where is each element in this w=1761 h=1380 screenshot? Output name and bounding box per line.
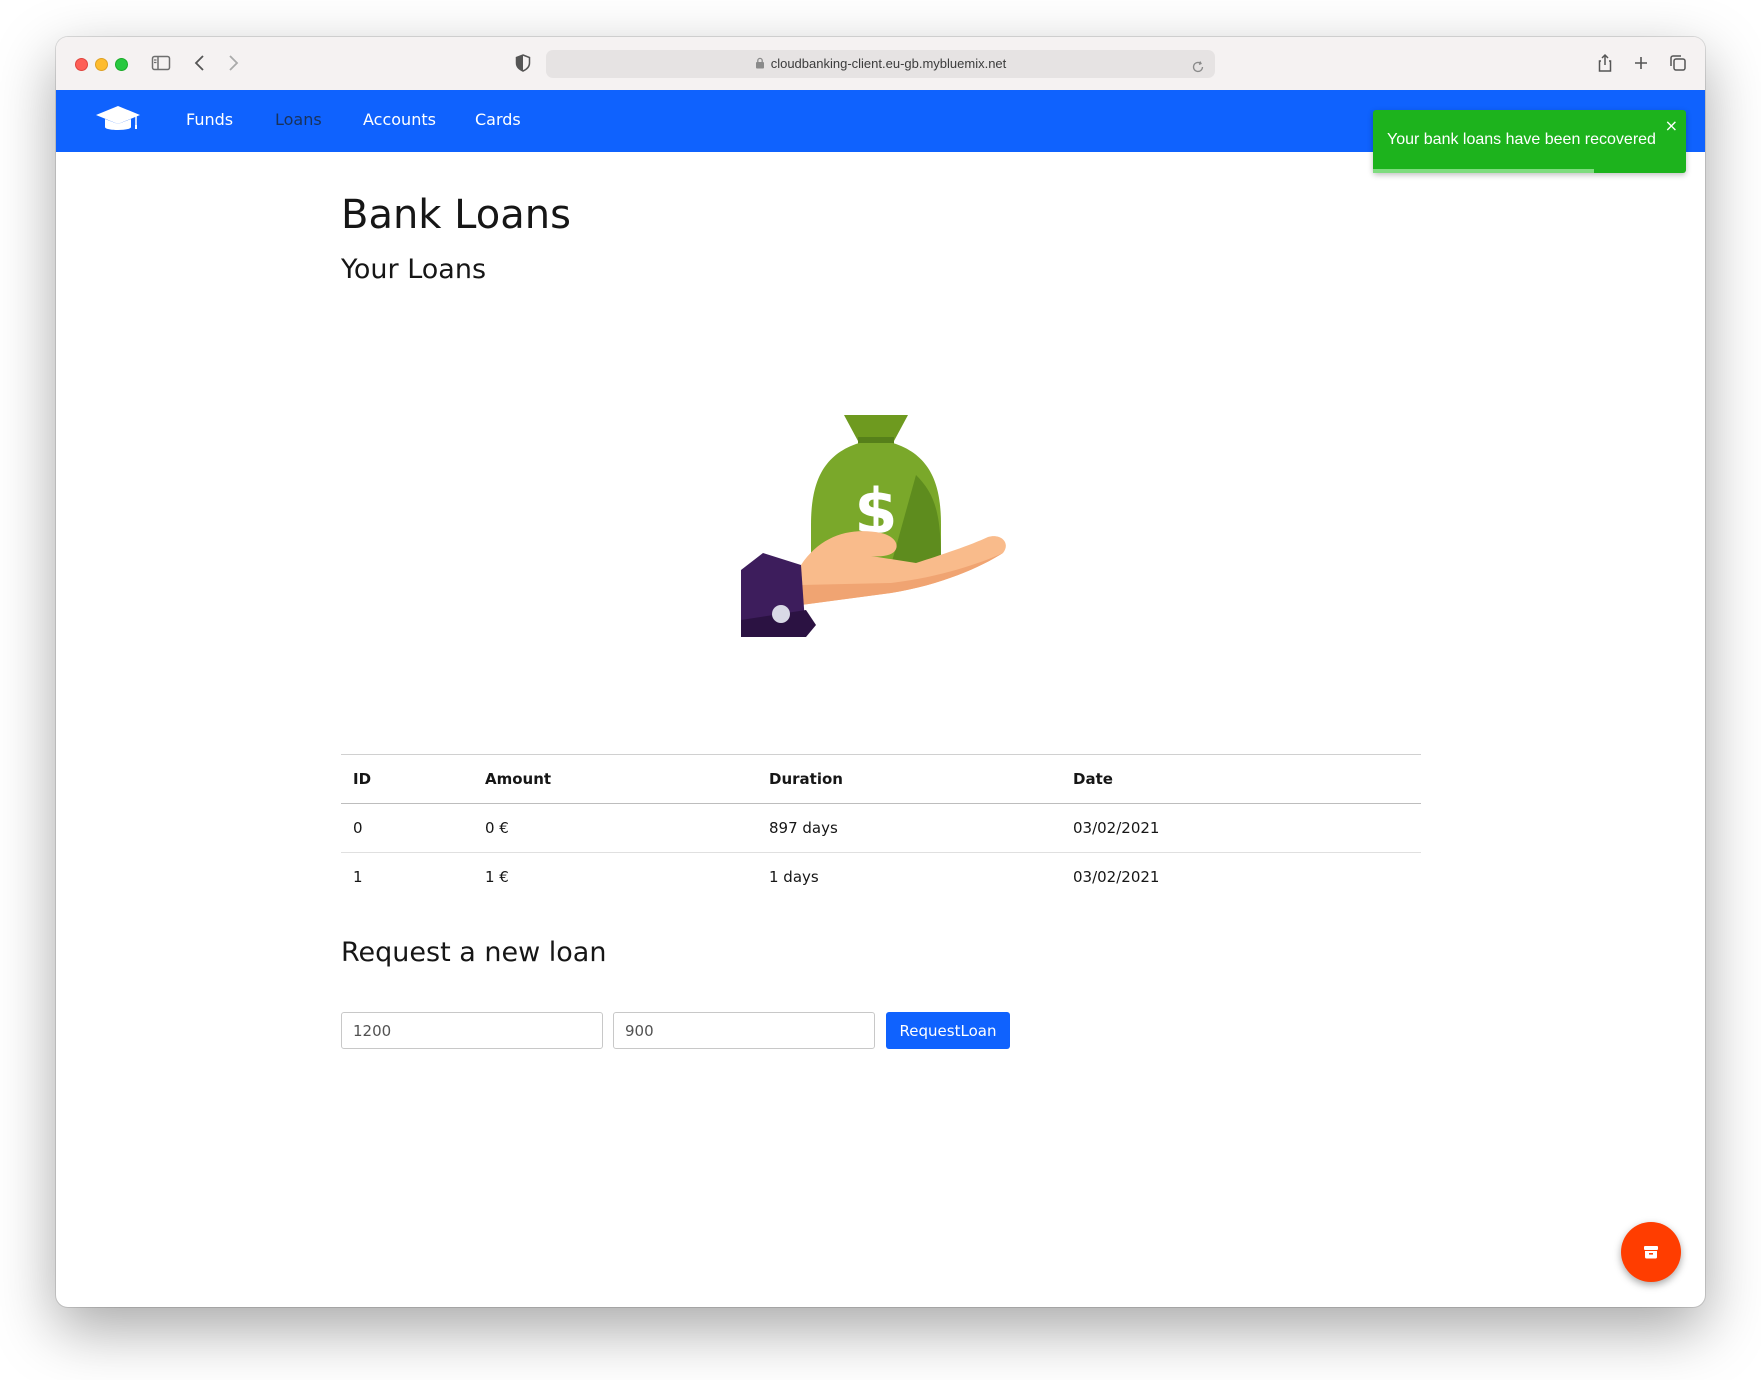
cell-date: 03/02/2021 [1073, 819, 1160, 837]
money-bag-hand-illustration: $ [741, 415, 1011, 659]
minimize-window-button[interactable] [95, 58, 108, 71]
url-text: cloudbanking-client.eu-gb.mybluemix.net [770, 56, 1007, 71]
zoom-window-button[interactable] [115, 58, 128, 71]
cell-date: 03/02/2021 [1073, 868, 1160, 886]
address-bar[interactable]: cloudbanking-client.eu-gb.mybluemix.net [546, 50, 1215, 78]
lock-icon [755, 51, 765, 79]
table-row: 1 1 € 1 days 03/02/2021 [341, 853, 1421, 902]
section-title-request-loan: Request a new loan [341, 937, 607, 968]
floating-action-button[interactable] [1621, 1222, 1681, 1282]
nav-cards[interactable]: Cards [475, 110, 521, 129]
graduation-cap-logo-icon[interactable] [94, 104, 142, 140]
loan-duration-input[interactable] [613, 1012, 875, 1049]
tab-overview-icon[interactable] [1667, 52, 1691, 76]
cell-duration: 897 days [769, 819, 838, 837]
column-header-amount: Amount [485, 770, 552, 788]
column-header-id: ID [353, 770, 372, 788]
page-title: Bank Loans [341, 192, 571, 238]
sidebar-toggle-icon[interactable] [150, 52, 174, 76]
browser-window: cloudbanking-client.eu-gb.mybluemix.net … [56, 37, 1705, 1307]
nav-loans[interactable]: Loans [275, 110, 322, 129]
privacy-shield-icon[interactable] [512, 52, 536, 76]
section-title-your-loans: Your Loans [341, 254, 487, 285]
toast-close-icon[interactable]: × [1665, 118, 1678, 134]
column-header-date: Date [1073, 770, 1113, 788]
share-icon[interactable] [1594, 52, 1618, 76]
close-window-button[interactable] [75, 58, 88, 71]
nav-accounts[interactable]: Accounts [363, 110, 436, 129]
nav-funds[interactable]: Funds [186, 110, 233, 129]
table-header-row: ID Amount Duration Date [341, 754, 1421, 804]
toast-message: Your bank loans have been recovered [1387, 131, 1656, 148]
reload-icon[interactable] [1191, 56, 1205, 84]
table-row: 0 0 € 897 days 03/02/2021 [341, 804, 1421, 853]
toast-progress-bar [1373, 169, 1594, 173]
archive-icon [1644, 1246, 1658, 1259]
cell-amount: 0 € [485, 819, 509, 837]
success-toast: Your bank loans have been recovered × [1373, 110, 1686, 173]
cell-duration: 1 days [769, 868, 819, 886]
back-icon[interactable] [189, 52, 213, 76]
loan-amount-input[interactable] [341, 1012, 603, 1049]
forward-icon[interactable] [222, 52, 246, 76]
cell-id: 1 [353, 868, 363, 886]
cell-id: 0 [353, 819, 363, 837]
cell-amount: 1 € [485, 868, 509, 886]
request-loan-button[interactable]: RequestLoan [886, 1012, 1010, 1049]
column-header-duration: Duration [769, 770, 843, 788]
loans-table: ID Amount Duration Date 0 0 € 897 days 0… [341, 754, 1421, 901]
browser-toolbar: cloudbanking-client.eu-gb.mybluemix.net [56, 37, 1705, 91]
new-tab-icon[interactable] [1630, 52, 1654, 76]
